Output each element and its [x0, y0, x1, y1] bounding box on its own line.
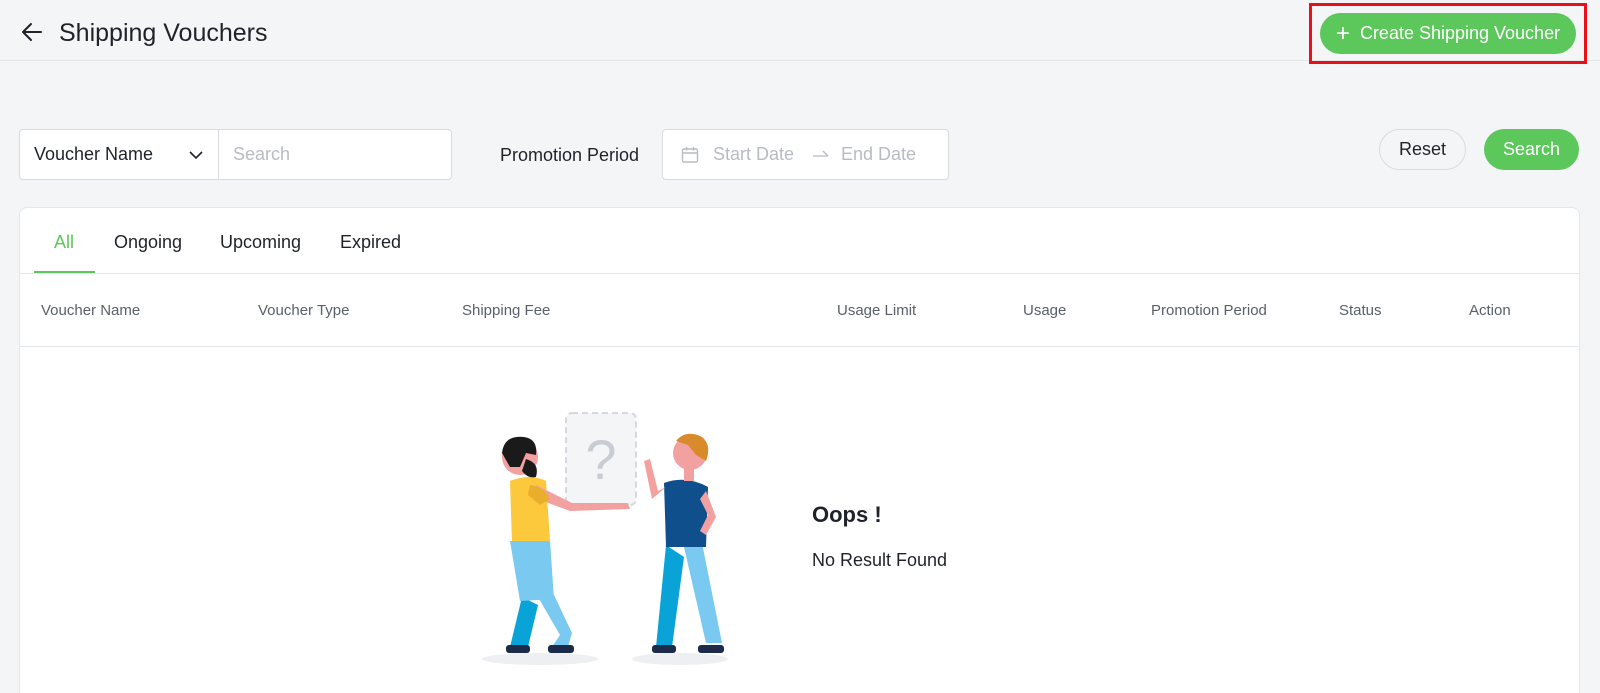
active-tab-indicator: [34, 271, 95, 273]
chevron-down-icon: [189, 150, 203, 159]
search-button[interactable]: Search: [1484, 129, 1579, 170]
date-range-picker[interactable]: Start Date End Date: [662, 129, 949, 180]
status-tabs: All Ongoing Upcoming Expired: [20, 208, 1579, 274]
arrow-left-icon: [22, 23, 42, 41]
column-promotion-period: Promotion Period: [1151, 302, 1267, 319]
tab-expired[interactable]: Expired: [340, 232, 401, 253]
empty-state-message: No Result Found: [812, 550, 948, 570]
column-status: Status: [1339, 302, 1382, 319]
back-button[interactable]: [18, 18, 46, 46]
promotion-period-label: Promotion Period: [500, 145, 640, 165]
filter-field-select[interactable]: Voucher Name: [19, 129, 219, 180]
table-header: Voucher Name Voucher Type Shipping Fee U…: [20, 274, 1579, 347]
calendar-icon: [681, 146, 699, 163]
no-results-illustration: ?: [482, 412, 728, 665]
tab-upcoming[interactable]: Upcoming: [220, 232, 301, 253]
vouchers-card: All Ongoing Upcoming Expired Voucher Nam…: [19, 207, 1580, 693]
column-voucher-name: Voucher Name: [41, 302, 141, 319]
search-input[interactable]: [218, 129, 452, 180]
tab-all[interactable]: All: [54, 232, 74, 253]
empty-state-title: Oops !: [812, 502, 882, 527]
end-date-placeholder: End Date: [841, 144, 917, 164]
reset-button[interactable]: Reset: [1379, 129, 1466, 170]
start-date-placeholder: Start Date: [713, 144, 795, 164]
column-shipping-fee: Shipping Fee: [462, 302, 551, 319]
column-usage-limit: Usage Limit: [837, 302, 917, 319]
column-action: Action: [1469, 302, 1511, 319]
plus-icon: +: [1335, 19, 1350, 47]
tab-ongoing[interactable]: Ongoing: [114, 232, 182, 253]
column-voucher-type: Voucher Type: [258, 302, 350, 319]
question-mark: ?: [585, 428, 616, 491]
empty-state: ? Oops ! No Result Found: [20, 347, 1579, 693]
create-shipping-voucher-button[interactable]: + Create Shipping Voucher: [1320, 13, 1576, 54]
arrow-right-icon: [813, 150, 829, 157]
page-title: Shipping Vouchers: [59, 19, 268, 47]
create-button-label: Create Shipping Voucher: [1359, 23, 1561, 43]
filter-field-value: Voucher Name: [34, 144, 154, 164]
column-usage: Usage: [1023, 302, 1067, 319]
